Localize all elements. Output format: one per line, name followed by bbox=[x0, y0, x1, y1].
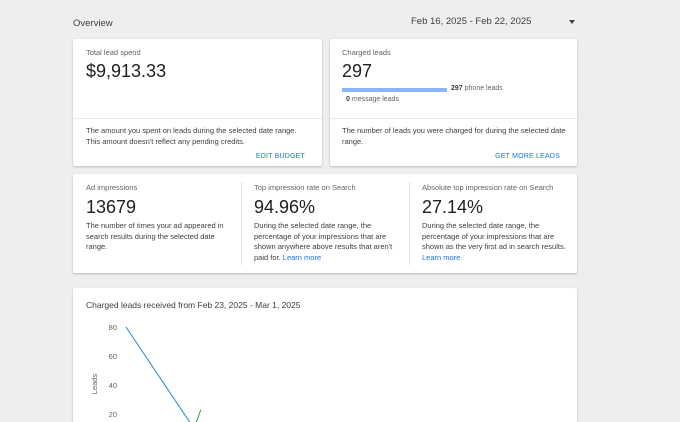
top-impression-text: During the selected date range, the perc… bbox=[254, 221, 393, 262]
abs-top-impression-description: During the selected date range, the perc… bbox=[422, 221, 568, 263]
card-divider bbox=[330, 118, 577, 119]
impressions-card: Ad impressions 13679 The number of times… bbox=[73, 174, 577, 273]
chart-card: Charged leads received from Feb 23, 2025… bbox=[73, 288, 577, 422]
ad-impressions-value: 13679 bbox=[86, 197, 137, 217]
abs-top-impression-value: 27.14% bbox=[422, 197, 484, 217]
phone-leads-text: phone leads bbox=[464, 85, 503, 92]
ad-impressions-label: Ad impressions bbox=[86, 183, 138, 192]
lead-spend-description: The amount you spent on leads during the… bbox=[86, 126, 297, 146]
y-axis-label: Leads bbox=[90, 374, 99, 395]
lead-spend-value: $9,913.33 bbox=[86, 61, 167, 81]
phone-leads-count: 297 bbox=[451, 85, 463, 92]
y-tick-label: 40 bbox=[109, 381, 117, 390]
y-tick-label: 60 bbox=[109, 352, 117, 361]
date-range-value: Feb 16, 2025 - Feb 22, 2025 bbox=[411, 16, 532, 27]
date-range-picker[interactable]: Feb 16, 2025 - Feb 22, 2025 bbox=[411, 16, 575, 30]
charged-leads-card: Charged leads 297 297 phone leads 0 mess… bbox=[330, 39, 577, 166]
ad-impressions-description: The number of times your ad appeared in … bbox=[86, 221, 224, 251]
y-tick-label: 20 bbox=[109, 410, 117, 419]
message-leads-legend: 0 message leads bbox=[346, 96, 399, 103]
abs-top-impression-text: During the selected date range, the perc… bbox=[422, 221, 566, 251]
lead-spend-label: Total lead spend bbox=[86, 48, 141, 57]
get-more-leads-button[interactable]: GET MORE LEADS bbox=[495, 153, 560, 160]
column-divider bbox=[409, 182, 410, 265]
abs-top-impression-learn-more-link[interactable]: Learn more bbox=[422, 253, 460, 262]
charged-leads-label: Charged leads bbox=[342, 48, 391, 57]
column-divider bbox=[241, 182, 242, 265]
lead-spend-card: Total lead spend $9,913.33 The amount yo… bbox=[73, 39, 322, 166]
top-impression-description: During the selected date range, the perc… bbox=[254, 221, 404, 263]
card-divider bbox=[73, 118, 322, 119]
message-leads-count: 0 bbox=[346, 96, 350, 103]
series-line bbox=[195, 409, 202, 422]
series-line bbox=[125, 326, 191, 422]
top-impression-label: Top impression rate on Search bbox=[254, 183, 356, 192]
top-impression-learn-more-link[interactable]: Learn more bbox=[283, 253, 321, 262]
abs-top-impression-label: Absolute top impression rate on Search bbox=[422, 183, 554, 192]
message-leads-text: message leads bbox=[351, 96, 399, 103]
dropdown-arrow-icon bbox=[569, 20, 575, 24]
charged-leads-description: The number of leads you were charged for… bbox=[342, 126, 566, 146]
leads-line-chart: Leads 80 60 40 20 bbox=[90, 323, 202, 422]
y-tick-label: 80 bbox=[109, 323, 117, 332]
top-impression-value: 94.96% bbox=[254, 197, 316, 217]
charged-leads-value: 297 bbox=[342, 61, 373, 81]
phone-leads-bar bbox=[342, 88, 447, 92]
phone-leads-legend: 297 phone leads bbox=[451, 85, 503, 92]
overview-title: Overview bbox=[73, 18, 113, 29]
edit-budget-button[interactable]: EDIT BUDGET bbox=[256, 153, 305, 160]
